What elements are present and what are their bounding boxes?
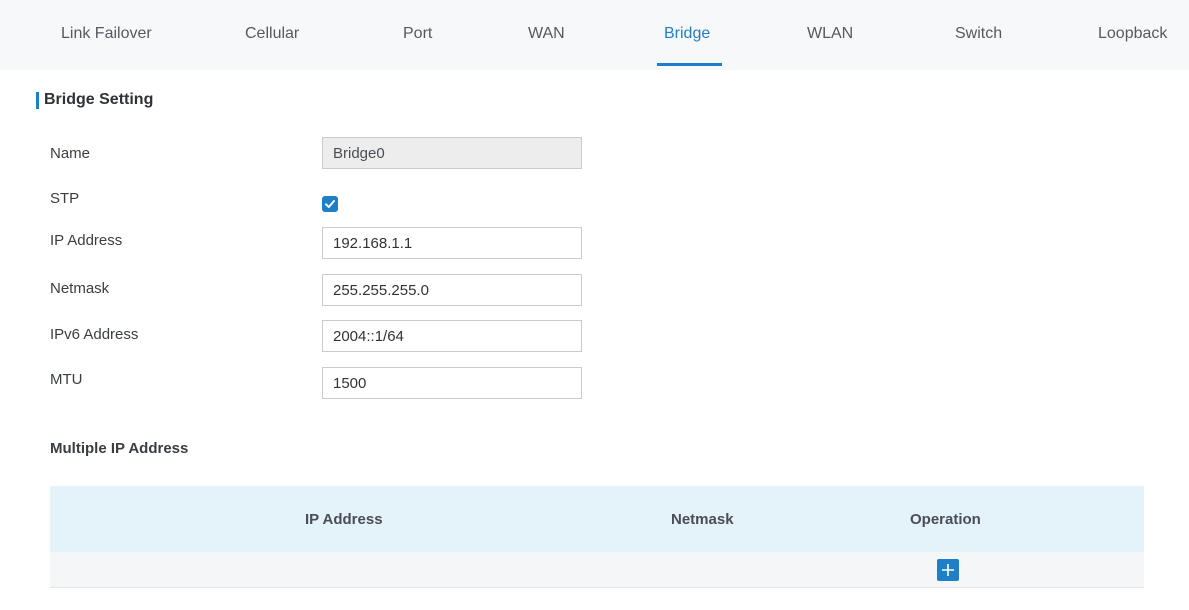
tab-port[interactable]: Port bbox=[403, 25, 432, 43]
tab-link-failover[interactable]: Link Failover bbox=[61, 25, 152, 43]
table-add-row bbox=[50, 552, 1144, 588]
tab-wan[interactable]: WAN bbox=[528, 25, 565, 43]
stp-label: STP bbox=[50, 190, 80, 207]
name-label: Name bbox=[50, 145, 91, 162]
tab-switch[interactable]: Switch bbox=[955, 25, 1002, 43]
column-operation: Operation bbox=[910, 511, 981, 528]
check-icon bbox=[325, 200, 335, 208]
section-accent-bar bbox=[36, 92, 39, 109]
ip-address-label: IP Address bbox=[50, 232, 123, 249]
plus-icon bbox=[942, 564, 954, 576]
netmask-label: Netmask bbox=[50, 280, 110, 297]
tab-wlan[interactable]: WLAN bbox=[807, 25, 853, 43]
tab-loopback[interactable]: Loopback bbox=[1098, 25, 1167, 43]
ip-address-field[interactable] bbox=[322, 227, 582, 259]
ipv6-address-field[interactable] bbox=[322, 320, 582, 352]
active-tab-indicator bbox=[657, 63, 722, 66]
stp-checkbox[interactable] bbox=[322, 196, 338, 212]
multiple-ip-table-header: IP Address Netmask Operation bbox=[50, 486, 1144, 552]
tab-cellular[interactable]: Cellular bbox=[245, 25, 299, 43]
tab-bar: Link Failover Cellular Port WAN Bridge W… bbox=[0, 0, 1189, 70]
page: Link Failover Cellular Port WAN Bridge W… bbox=[0, 0, 1189, 610]
name-field bbox=[322, 137, 582, 169]
mtu-field[interactable] bbox=[322, 367, 582, 399]
column-ip-address: IP Address bbox=[305, 511, 383, 528]
section-title: Bridge Setting bbox=[44, 91, 154, 108]
add-ip-button[interactable] bbox=[937, 559, 959, 581]
netmask-field[interactable] bbox=[322, 274, 582, 306]
ipv6-address-label: IPv6 Address bbox=[50, 326, 139, 343]
column-netmask: Netmask bbox=[671, 511, 734, 528]
mtu-label: MTU bbox=[50, 371, 83, 388]
multiple-ip-heading: Multiple IP Address bbox=[50, 440, 189, 457]
tab-bridge[interactable]: Bridge bbox=[664, 25, 710, 43]
